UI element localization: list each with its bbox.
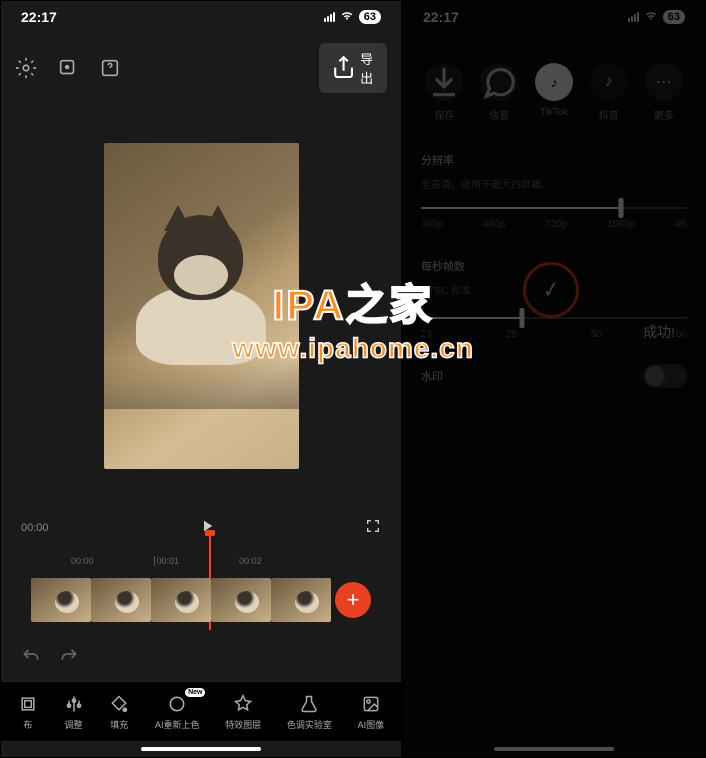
resolution-options: 360p 480p 720p 1080p 4K — [421, 219, 687, 230]
tool-ai-recolor[interactable]: New AI重新上色 — [155, 694, 200, 731]
status-indicators: 63 — [324, 9, 381, 26]
tool-ai-image[interactable]: AI图像 — [358, 694, 385, 731]
clip-thumbnail[interactable] — [151, 578, 211, 622]
watermark-row: 水印 — [403, 354, 705, 398]
export-icon — [331, 55, 356, 80]
home-indicator[interactable] — [494, 747, 614, 751]
fill-icon — [109, 694, 129, 714]
settings-icon[interactable] — [15, 57, 37, 79]
slider-thumb[interactable] — [618, 198, 623, 218]
clip-track[interactable]: + — [1, 570, 401, 630]
share-save[interactable]: 保存 — [425, 63, 463, 122]
douyin-icon: ♪ — [590, 63, 628, 101]
export-label: 导出 — [360, 49, 375, 87]
slider-thumb[interactable] — [520, 308, 525, 328]
fullscreen-button[interactable] — [365, 518, 381, 537]
share-row: 保存 信息 ♪ TikTok ♪ 抖音 ⋯ 更多 — [403, 33, 705, 138]
battery-indicator: 63 — [663, 10, 685, 24]
redo-button[interactable] — [59, 644, 79, 669]
status-bar: 22:17 63 — [403, 1, 705, 33]
home-indicator[interactable] — [141, 747, 261, 751]
message-icon — [480, 63, 518, 101]
resolution-slider[interactable] — [421, 207, 687, 209]
crop-icon — [18, 694, 38, 714]
help-icon[interactable] — [99, 57, 121, 79]
success-text: 成功! — [643, 322, 675, 342]
fps-selection-circle: ✓ — [523, 262, 579, 318]
status-bar: 22:17 63 — [1, 1, 401, 33]
signal-icon — [324, 12, 335, 22]
share-douyin[interactable]: ♪ 抖音 — [590, 63, 628, 122]
clip-thumbnail[interactable] — [31, 578, 91, 622]
battery-indicator: 63 — [359, 10, 381, 24]
resolution-section: 分辨率 全高清。适用于更大的屏幕。 360p 480p 720p 1080p 4… — [403, 138, 705, 244]
clip-thumbnail[interactable] — [91, 578, 151, 622]
export-button[interactable]: 导出 — [319, 43, 387, 93]
tool-fx[interactable]: 特效图层 — [225, 694, 261, 731]
wifi-icon — [644, 9, 658, 26]
time-current: 00:00 — [21, 522, 49, 534]
preview-frame — [104, 143, 299, 469]
top-toolbar: 导出 — [1, 33, 401, 103]
tool-fill[interactable]: 填充 — [109, 694, 129, 731]
tool-canvas[interactable]: 布 — [18, 694, 38, 731]
check-icon: ✓ — [540, 276, 563, 305]
layers-icon[interactable] — [57, 57, 79, 79]
tool-color-lab[interactable]: 色调实验室 — [287, 694, 332, 731]
status-time: 22:17 — [423, 9, 459, 25]
lab-icon — [299, 694, 319, 714]
playback-controls: 00:00 — [1, 509, 401, 546]
fps-section: 每秒帧数 NTSC 标准 ✓ 24 25 50 60 成功! — [403, 244, 705, 354]
editor-screen: 22:17 63 导出 — [0, 0, 402, 758]
clip-thumbnail[interactable] — [211, 578, 271, 622]
adjust-icon — [64, 694, 84, 714]
wifi-icon — [340, 9, 354, 26]
time-ruler: 00:00 00:01 00:02 — [1, 552, 401, 570]
undo-button[interactable] — [21, 644, 41, 669]
ai-image-icon — [361, 694, 381, 714]
share-more[interactable]: ⋯ 更多 — [645, 63, 683, 122]
resolution-desc: 全高清。适用于更大的屏幕。 — [421, 176, 687, 191]
clip-thumbnail[interactable] — [271, 578, 331, 622]
more-icon: ⋯ — [645, 63, 683, 101]
share-tiktok[interactable]: ♪ TikTok — [535, 63, 573, 122]
resolution-label: 分辨率 — [421, 152, 687, 168]
history-controls — [1, 630, 401, 675]
download-icon — [425, 63, 463, 101]
status-indicators: 63 — [628, 9, 685, 26]
signal-icon — [628, 12, 639, 22]
fx-icon — [233, 694, 253, 714]
export-screen: 22:17 63 保存 信息 ♪ TikTok ♪ 抖音 ⋯ 更多 — [402, 0, 706, 758]
bottom-toolbar: 布 调整 填充 New AI重新上色 特效图层 色调实验室 AI图像 — [1, 681, 401, 741]
recolor-icon — [167, 694, 187, 714]
tool-adjust[interactable]: 调整 — [64, 694, 84, 731]
status-time: 22:17 — [21, 9, 57, 25]
watermark-label: 水印 — [421, 368, 443, 384]
tiktok-icon: ♪ — [535, 63, 573, 101]
timeline: 00:00 00:01 00:02 + — [1, 546, 401, 681]
add-clip-button[interactable]: + — [335, 582, 371, 618]
share-message[interactable]: 信息 — [480, 63, 518, 122]
new-badge: New — [185, 688, 205, 697]
watermark-toggle[interactable] — [643, 364, 687, 388]
video-preview[interactable] — [1, 103, 401, 509]
